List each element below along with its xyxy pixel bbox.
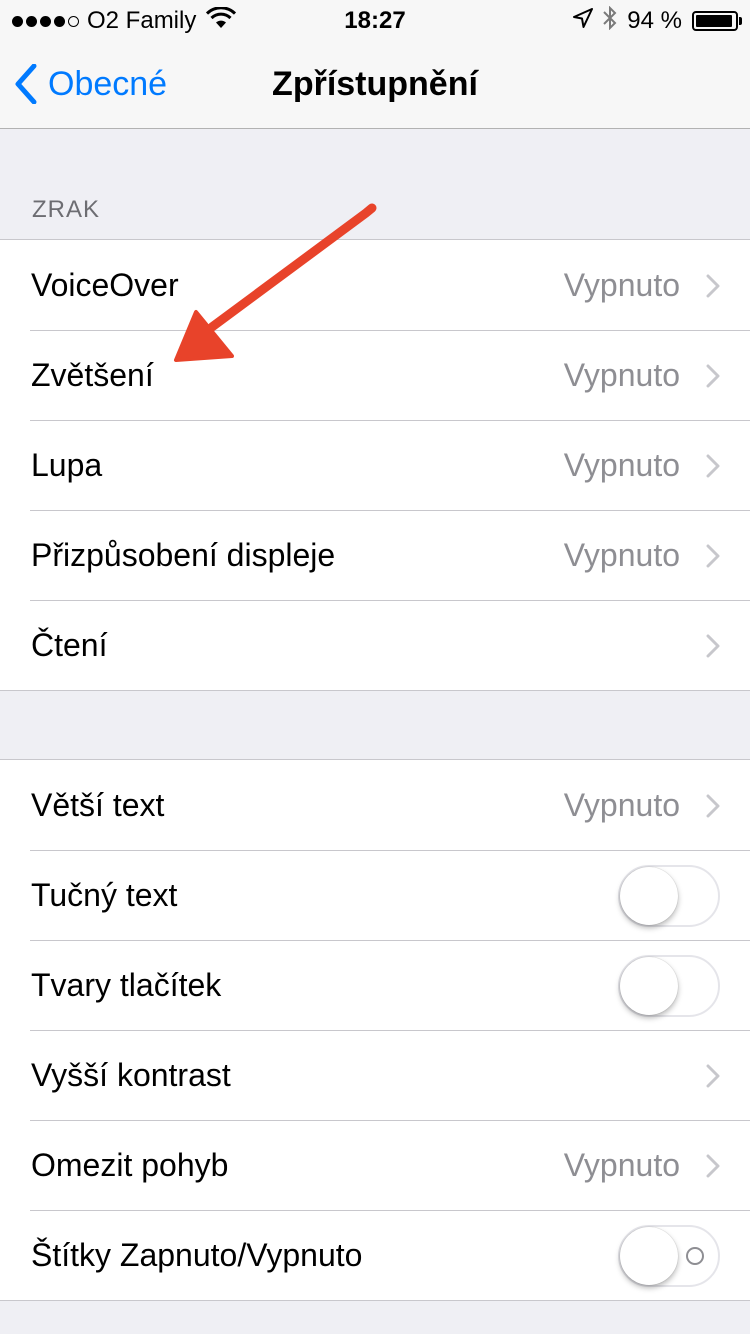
row-bold-text: Tučný text [0, 850, 750, 940]
row-label: Přizpůsobení displeje [31, 536, 336, 573]
row-voiceover[interactable]: VoiceOver Vypnuto [0, 240, 750, 330]
row-label: Štítky Zapnuto/Vypnuto [31, 1236, 363, 1273]
section-header-vision: ZRAK [32, 196, 101, 223]
settings-group-vision: VoiceOver Vypnuto Zvětšení Vypnuto Lupa … [0, 239, 750, 691]
battery-icon [692, 11, 742, 31]
row-display-accommodations[interactable]: Přizpůsobení displeje Vypnuto [0, 510, 750, 600]
row-value: Vypnuto [563, 266, 680, 303]
row-label: Omezit pohyb [31, 1146, 229, 1183]
chevron-right-icon [706, 634, 720, 663]
status-right: 94 % [573, 5, 742, 37]
row-value: Vypnuto [563, 786, 680, 823]
row-label: Větší text [31, 786, 165, 823]
row-value: Vypnuto [563, 446, 680, 483]
row-label: Tvary tlačítek [31, 966, 222, 1003]
row-label: Zvětšení [31, 356, 154, 393]
chevron-right-icon [706, 274, 720, 303]
page-title: Zpřístupnění [272, 65, 478, 103]
toggle-knob [620, 867, 678, 925]
row-label: Vyšší kontrast [31, 1056, 231, 1093]
row-label: VoiceOver [31, 266, 179, 303]
battery-percent: 94 % [627, 7, 682, 34]
row-reduce-motion[interactable]: Omezit pohyb Vypnuto [0, 1120, 750, 1210]
row-on-off-labels: Štítky Zapnuto/Vypnuto [0, 1210, 750, 1300]
row-value: Vypnuto [563, 536, 680, 573]
chevron-right-icon [706, 454, 720, 483]
bold-text-toggle[interactable] [618, 865, 720, 927]
row-label: Lupa [31, 446, 103, 483]
settings-group-text: Větší text Vypnuto Tučný text Tvary tlač… [0, 759, 750, 1301]
on-off-labels-toggle[interactable] [618, 1225, 720, 1287]
chevron-right-icon [706, 794, 720, 823]
row-zoom[interactable]: Zvětšení Vypnuto [0, 330, 750, 420]
chevron-right-icon [706, 544, 720, 573]
row-value: Vypnuto [563, 1146, 680, 1183]
row-increase-contrast[interactable]: Vyšší kontrast [0, 1030, 750, 1120]
row-magnifier[interactable]: Lupa Vypnuto [0, 420, 750, 510]
chevron-right-icon [706, 364, 720, 393]
row-larger-text[interactable]: Větší text Vypnuto [0, 760, 750, 850]
off-label-circle-icon [686, 1247, 704, 1265]
row-label: Tučný text [31, 876, 178, 913]
button-shapes-toggle[interactable] [618, 955, 720, 1017]
row-button-shapes: Tvary tlačítek [0, 940, 750, 1030]
row-label: Čtení [31, 626, 108, 663]
bluetooth-icon [603, 5, 617, 37]
row-speech[interactable]: Čtení [0, 600, 750, 690]
chevron-right-icon [706, 1064, 720, 1093]
row-value: Vypnuto [563, 356, 680, 393]
toggle-knob [620, 957, 678, 1015]
chevron-right-icon [706, 1154, 720, 1183]
navigation-bar: Obecné Zpřístupnění [0, 40, 750, 129]
status-bar: O2 Family 18:27 94 % [0, 0, 750, 40]
location-icon [573, 7, 594, 35]
toggle-knob [620, 1227, 678, 1285]
